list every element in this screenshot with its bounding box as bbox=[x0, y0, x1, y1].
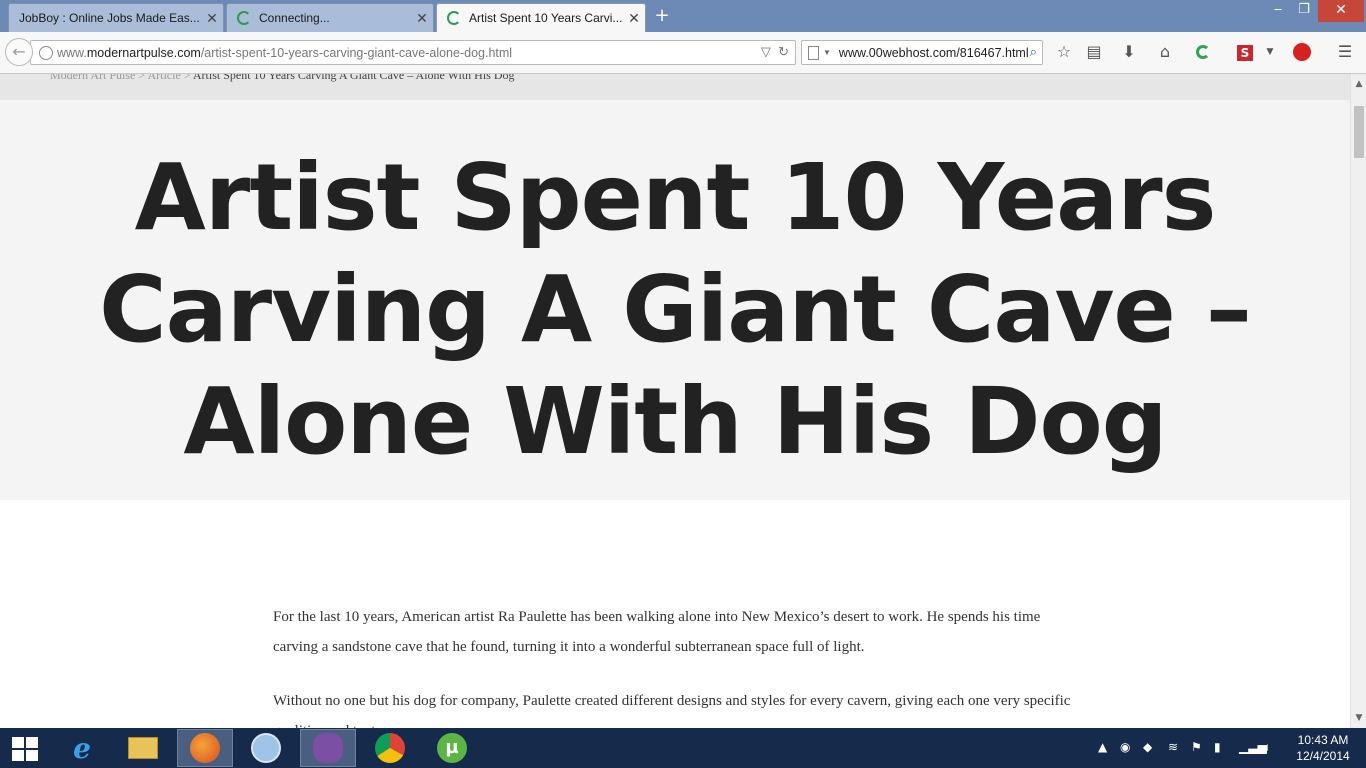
system-clock[interactable]: 10:43 AM 12/4/2014 bbox=[1290, 732, 1356, 764]
action-center-flag-icon[interactable]: ⚑ bbox=[1191, 740, 1202, 754]
start-button[interactable] bbox=[12, 737, 38, 761]
close-icon[interactable]: ✕ bbox=[411, 10, 433, 27]
url-domain: modernartpulse.com bbox=[86, 45, 201, 60]
tab-strip: JobBoy : Online Jobs Made Eas... ✕ Conne… bbox=[0, 0, 1366, 32]
restore-button[interactable]: ❐ bbox=[1292, 0, 1316, 22]
minimize-button[interactable]: ‒ bbox=[1266, 0, 1290, 22]
breadcrumb-section-link[interactable]: Article bbox=[147, 74, 180, 82]
close-icon[interactable]: ✕ bbox=[623, 10, 645, 27]
search-input[interactable]: www.00webhost.com/816467.html bbox=[839, 46, 1029, 60]
page-title: Artist Spent 10 Years Carving A Giant Ca… bbox=[99, 144, 1252, 475]
menu-icon[interactable]: ☰ bbox=[1334, 41, 1356, 63]
url-prefix: www. bbox=[57, 45, 87, 60]
page-content: Modern Art Pulse > Article > Artist Spen… bbox=[0, 74, 1350, 728]
tab-label: Connecting... bbox=[259, 11, 330, 25]
tab-jobboy[interactable]: JobBoy : Online Jobs Made Eas... ✕ bbox=[8, 3, 224, 32]
adblock-icon[interactable] bbox=[1291, 41, 1313, 63]
taskbar: e µ ▲ ◉ ◆ ≋ ⚑ ▮ ▁▃▅ 🔈︎ 10:43 AM 12/4/201… bbox=[0, 728, 1366, 768]
close-window-button[interactable]: ✕ bbox=[1318, 0, 1364, 22]
page-icon bbox=[808, 45, 819, 60]
home-icon[interactable]: ⌂ bbox=[1154, 41, 1176, 63]
bookmark-star-icon[interactable]: ☆ bbox=[1053, 41, 1075, 63]
utorrent-icon[interactable]: µ bbox=[424, 729, 480, 767]
vertical-scrollbar[interactable]: ▲ ▼ bbox=[1350, 74, 1366, 728]
tab-connecting[interactable]: Connecting... ✕ bbox=[226, 3, 434, 32]
viber-icon[interactable] bbox=[300, 729, 356, 767]
scroll-up-icon[interactable]: ▲ bbox=[1351, 76, 1366, 92]
breadcrumb-home-link[interactable]: Modern Art Pulse bbox=[50, 74, 135, 82]
chrome-icon[interactable] bbox=[362, 729, 418, 767]
back-button[interactable]: ← bbox=[5, 38, 33, 66]
extension-s-icon[interactable]: S bbox=[1234, 41, 1256, 63]
breadcrumb-separator: > bbox=[180, 74, 193, 82]
breadcrumb-current: Artist Spent 10 Years Carving A Giant Ca… bbox=[192, 74, 515, 82]
loading-spinner-icon bbox=[447, 11, 461, 25]
globe-icon bbox=[39, 45, 53, 60]
breadcrumb: Modern Art Pulse > Article > Artist Spen… bbox=[50, 74, 515, 83]
url-path: /artist-spent-10-years-carving-giant-cav… bbox=[200, 45, 513, 60]
network-signal-icon[interactable]: ▁▃▅ bbox=[1239, 740, 1267, 754]
tray-app-icon[interactable]: ◉ bbox=[1120, 740, 1130, 754]
article-paragraph: Without no one but his dog for company, … bbox=[273, 693, 1071, 728]
scroll-down-icon[interactable]: ▼ bbox=[1351, 710, 1366, 726]
scrollbar-thumb[interactable] bbox=[1354, 106, 1364, 158]
address-bar[interactable]: www. modernartpulse.com/artist-spent-10-y… bbox=[30, 40, 796, 65]
tab-label: JobBoy : Online Jobs Made Eas... bbox=[19, 11, 200, 25]
volume-icon[interactable]: 🔈︎ bbox=[1264, 740, 1271, 755]
tab-artist-article[interactable]: Artist Spent 10 Years Carvi... ✕ bbox=[436, 3, 646, 32]
search-icon[interactable]: ⌕ bbox=[1030, 44, 1037, 60]
close-icon[interactable]: ✕ bbox=[201, 10, 223, 27]
reading-list-icon[interactable]: ▤ bbox=[1083, 41, 1105, 63]
show-hidden-icons[interactable]: ▲ bbox=[1098, 740, 1107, 754]
tab-label: Artist Spent 10 Years Carvi... bbox=[469, 11, 623, 25]
breadcrumb-bar: Modern Art Pulse > Article > Artist Spen… bbox=[0, 74, 1350, 100]
clock-time: 10:43 AM bbox=[1297, 733, 1349, 747]
article-paragraph: For the last 10 years, American artist R… bbox=[273, 609, 1041, 655]
safari-icon[interactable] bbox=[238, 729, 294, 767]
breadcrumb-separator: > bbox=[135, 74, 148, 82]
article-body: For the last 10 years, American artist R… bbox=[273, 602, 1073, 728]
tray-app-icon[interactable]: ≋ bbox=[1168, 740, 1178, 754]
loading-spinner-icon bbox=[237, 11, 251, 25]
download-icon[interactable]: ⬇ bbox=[1118, 41, 1140, 63]
search-bar[interactable]: ▼ www.00webhost.com/816467.html ⌕ bbox=[801, 40, 1043, 65]
sync-icon[interactable] bbox=[1192, 41, 1214, 63]
clock-date: 12/4/2014 bbox=[1296, 749, 1350, 763]
new-tab-button[interactable]: + bbox=[652, 6, 672, 26]
firefox-icon[interactable] bbox=[177, 729, 233, 767]
internet-explorer-icon[interactable]: e bbox=[54, 729, 110, 767]
file-explorer-icon[interactable] bbox=[115, 729, 171, 767]
reload-icon[interactable]: ▽ ↻ bbox=[761, 44, 789, 60]
article-hero: Artist Spent 10 Years Carving A Giant Ca… bbox=[0, 100, 1350, 500]
tray-app-icon[interactable]: ◆ bbox=[1143, 740, 1152, 754]
navigation-toolbar: www. modernartpulse.com/artist-spent-10-y… bbox=[0, 32, 1366, 74]
chevron-down-icon[interactable]: ▼ bbox=[823, 48, 831, 57]
chevron-down-icon[interactable]: ▼ bbox=[1259, 41, 1281, 63]
power-icon[interactable]: ▮ bbox=[1214, 740, 1221, 754]
